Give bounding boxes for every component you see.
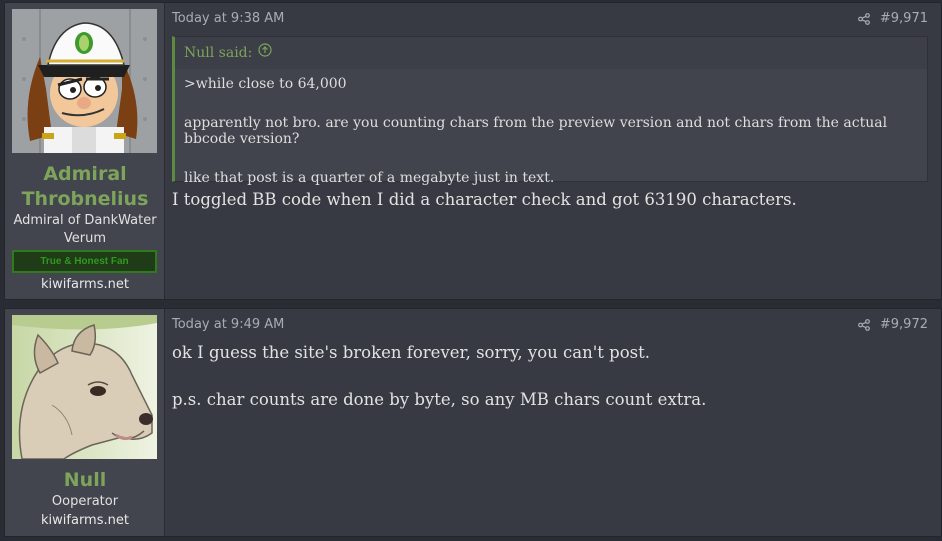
share-icon[interactable] — [857, 12, 870, 25]
user-title: Admiral of DankWater Verum — [5, 212, 165, 248]
quote-header[interactable]: Null said: — [175, 37, 927, 69]
user-cell: Null Ooperator kiwifarms.net — [5, 309, 165, 536]
post-body-text: ok I guess the site's broken forever, so… — [172, 343, 650, 362]
user-title: Ooperator — [51, 494, 119, 509]
post-time[interactable]: Today at 9:49 AM — [172, 317, 284, 332]
quote-body: >while close to 64,000 apparently not br… — [175, 69, 927, 186]
user-title-line-1: Admiral of DankWater — [13, 213, 157, 228]
username[interactable]: Null — [5, 468, 165, 493]
arrow-up-circle-icon[interactable] — [258, 37, 272, 69]
username-line-1[interactable]: Admiral — [5, 162, 165, 187]
quote-author[interactable]: Null said: — [184, 37, 252, 69]
username[interactable]: Admiral Throbnelius — [5, 162, 165, 212]
user-site: kiwifarms.net — [41, 513, 129, 528]
post-number[interactable]: #9,972 — [880, 317, 928, 332]
post-meta: #9,971 — [857, 11, 928, 26]
quote-block: Null said: >while close to 64,000 appare… — [172, 36, 928, 186]
post-body-text: I toggled BB code when I did a character… — [172, 190, 797, 209]
user-banner: True & Honest Fan — [12, 250, 157, 273]
post-time[interactable]: Today at 9:38 AM — [172, 11, 284, 26]
quote-line: >while close to 64,000 — [184, 76, 347, 92]
user-site: kiwifarms.net — [41, 277, 129, 292]
quote-line: apparently not bro. are you counting cha… — [184, 115, 888, 147]
post-number[interactable]: #9,971 — [880, 11, 928, 26]
message-content: Today at 9:38 AM #9,971 Null said: >whil… — [172, 3, 928, 299]
avatar[interactable] — [12, 9, 157, 153]
user-cell: Admiral Throbnelius Admiral of DankWater… — [5, 3, 165, 299]
avatar[interactable] — [12, 315, 157, 459]
share-icon[interactable] — [857, 318, 870, 331]
post-meta: #9,972 — [857, 317, 928, 332]
username-line-2[interactable]: Throbnelius — [5, 187, 165, 212]
post-body-text: p.s. char counts are done by byte, so an… — [172, 390, 707, 409]
post-9972: Null Ooperator kiwifarms.net Today at 9:… — [4, 308, 942, 537]
post-9971: Admiral Throbnelius Admiral of DankWater… — [4, 2, 942, 300]
user-title-line-2: Verum — [63, 231, 107, 246]
message-content: Today at 9:49 AM #9,972 ok I guess the s… — [172, 309, 928, 536]
quote-line: like that post is a quarter of a megabyt… — [184, 170, 555, 186]
